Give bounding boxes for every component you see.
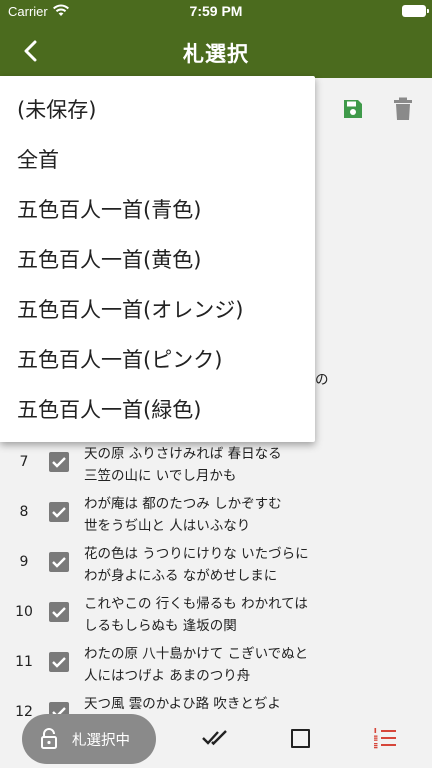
- card-selecting-button[interactable]: 札選択中: [22, 714, 156, 764]
- clipped-text: の: [315, 372, 329, 388]
- status-bar: Carrier 7:59 PM: [0, 0, 432, 24]
- check-icon: [52, 607, 66, 618]
- poem-number: 7: [19, 454, 29, 470]
- check-icon: [52, 657, 66, 668]
- table-row[interactable]: 8 わが庵は 都のたつみ しかぞすむ 世をうぢ山と 人はいふなり: [0, 490, 432, 540]
- battery-icon: [402, 5, 429, 17]
- preset-dropdown-menu: (未保存) 全首 五色百人一首(青色) 五色百人一首(黄色) 五色百人一首(オレ…: [0, 76, 315, 442]
- poem-upper-line: 天つ風 雲のかよひ路 吹きとぢよ: [84, 696, 281, 712]
- row-checkbox[interactable]: [49, 602, 69, 622]
- square-outline-icon[interactable]: [291, 729, 310, 748]
- poem-upper-line: これやこの 行くも帰るも わかれては: [84, 596, 308, 612]
- row-checkbox[interactable]: [49, 452, 69, 472]
- menu-item-unsaved[interactable]: (未保存): [17, 94, 96, 124]
- status-time: 7:59 PM: [189, 3, 243, 19]
- poem-upper-line: 天の原 ふりさけみれば 春日なる: [84, 446, 282, 462]
- app-header: Carrier 7:59 PM 札選択: [0, 0, 432, 78]
- poem-number: 8: [19, 504, 29, 520]
- table-row[interactable]: 10 これやこの 行くも帰るも わかれては しるもしらぬも 逢坂の関: [0, 590, 432, 640]
- app-root: Carrier 7:59 PM 札選択 の 7 天の原 ふりさけみれば 春日なる…: [0, 0, 432, 768]
- poem-lower-line: 三笠の山に いでし月かも: [84, 468, 237, 484]
- fab-label: 札選択中: [72, 733, 130, 749]
- check-icon: [52, 457, 66, 468]
- poem-upper-line: わたの原 八十島かけて こぎいでぬと: [84, 646, 309, 662]
- poem-number: 12: [15, 704, 33, 720]
- poem-number: 11: [15, 654, 33, 670]
- menu-item-orange[interactable]: 五色百人一首(オレンジ): [17, 294, 243, 324]
- menu-item-green[interactable]: 五色百人一首(緑色): [17, 394, 201, 424]
- page-title: 札選択: [183, 42, 249, 66]
- check-icon: [52, 507, 66, 518]
- poem-lower-line: 人にはつげよ あまのつり舟: [84, 668, 251, 684]
- table-row[interactable]: 7 天の原 ふりさけみれば 春日なる 三笠の山に いでし月かも: [0, 440, 432, 490]
- menu-item-yellow[interactable]: 五色百人一首(黄色): [17, 244, 201, 274]
- poem-lower-line: 世をうぢ山と 人はいふなり: [84, 518, 251, 534]
- menu-item-blue[interactable]: 五色百人一首(青色): [17, 194, 201, 224]
- menu-item-all[interactable]: 全首: [17, 144, 59, 174]
- row-checkbox[interactable]: [49, 652, 69, 672]
- check-icon: [52, 557, 66, 568]
- poem-lower-line: わが身よにふる ながめせしまに: [84, 568, 278, 584]
- select-all-button[interactable]: [202, 728, 228, 752]
- poem-number: 10: [15, 604, 33, 620]
- done-all-icon: [202, 730, 227, 746]
- ordered-list-button[interactable]: [373, 727, 397, 753]
- row-checkbox[interactable]: [49, 552, 69, 572]
- row-checkbox[interactable]: [49, 502, 69, 522]
- poem-upper-line: 花の色は うつりにけりな いたづらに: [84, 546, 309, 562]
- menu-item-pink[interactable]: 五色百人一首(ピンク): [17, 344, 222, 374]
- ordered-list-icon: [374, 728, 396, 749]
- poem-upper-line: わが庵は 都のたつみ しかぞすむ: [84, 496, 282, 512]
- table-row[interactable]: 9 花の色は うつりにけりな いたづらに わが身よにふる ながめせしまに: [0, 540, 432, 590]
- poem-lower-line: しるもしらぬも 逢坂の関: [84, 618, 237, 634]
- lock-open-icon: [41, 728, 57, 749]
- poem-number: 9: [19, 554, 29, 570]
- table-row[interactable]: 11 わたの原 八十島かけて こぎいでぬと 人にはつげよ あまのつり舟: [0, 640, 432, 690]
